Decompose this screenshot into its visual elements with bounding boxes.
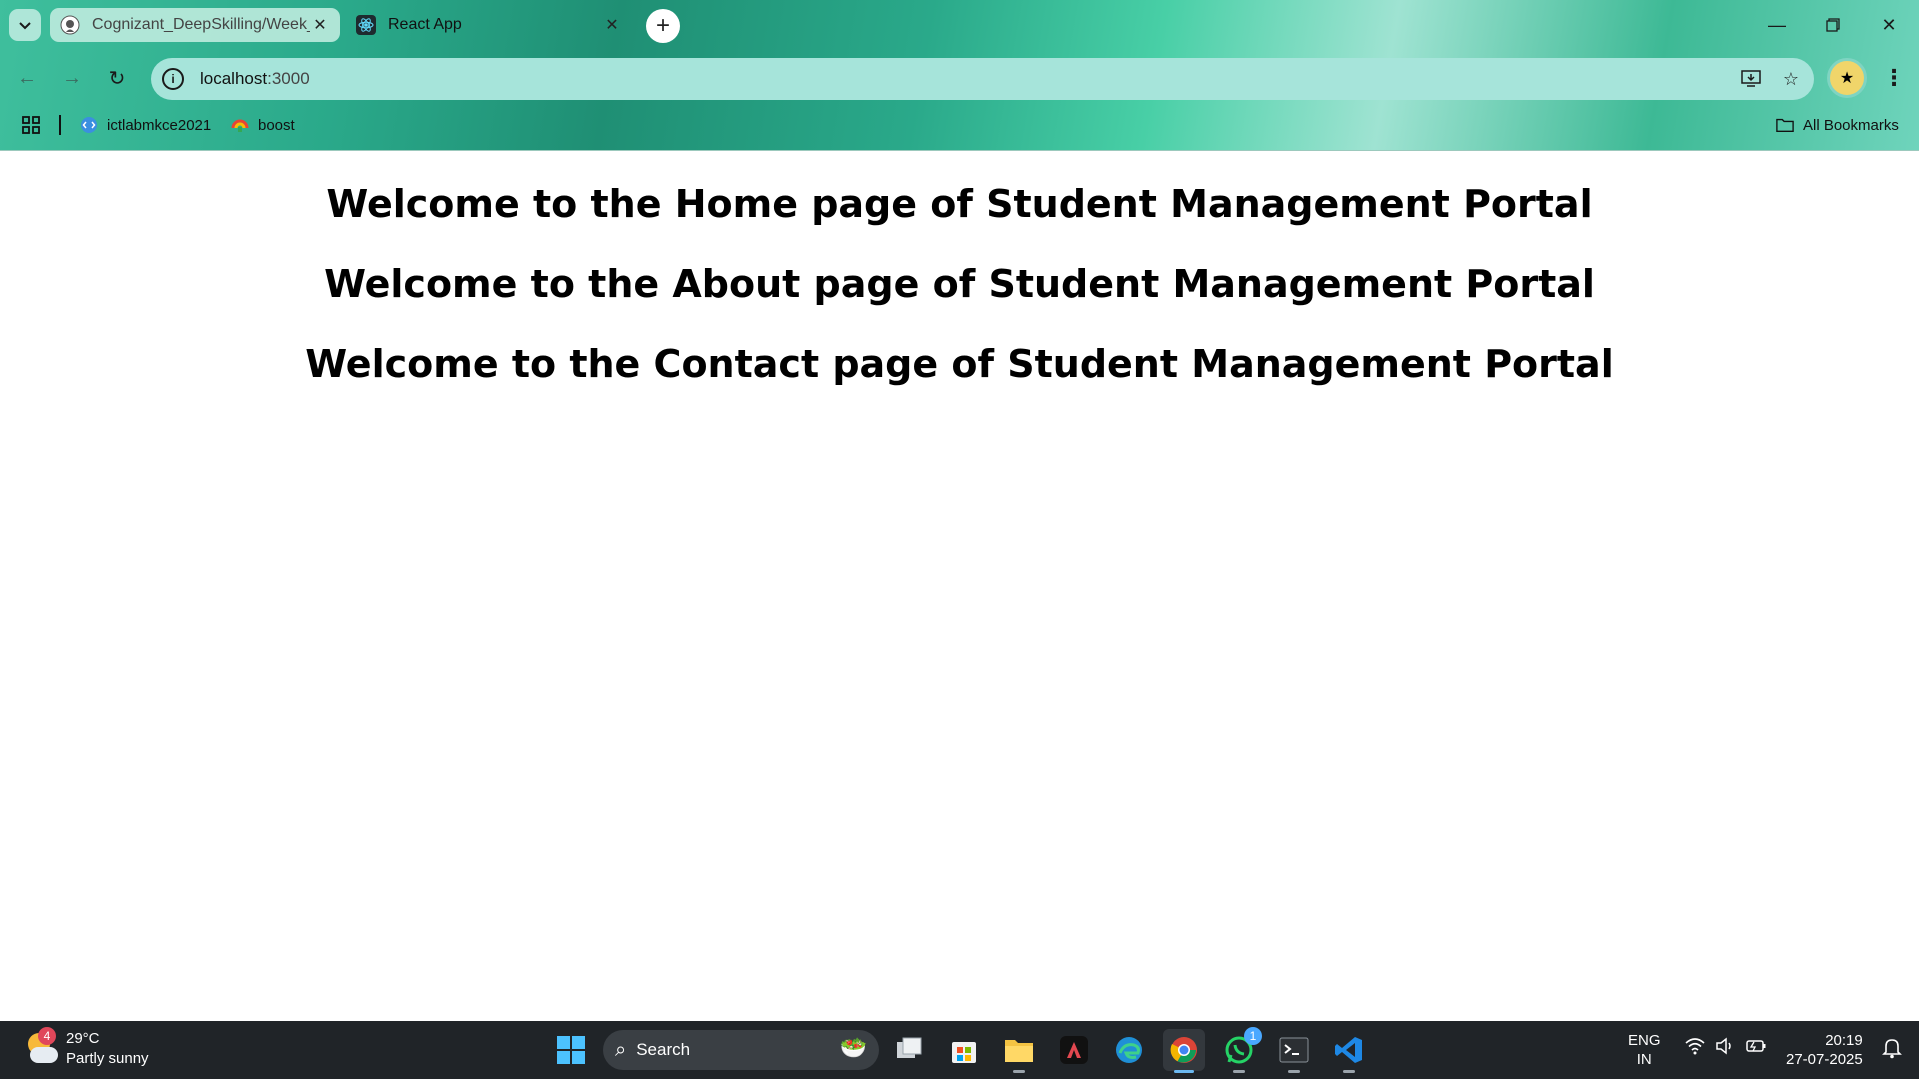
edge-icon xyxy=(1116,1037,1142,1063)
browser-chrome: Cognizant_DeepSkilling/Week_ ✕ React App… xyxy=(0,0,1919,151)
taskbar: 4 29°C Partly sunny ⌕ Search 🥗 1 ENG IN … xyxy=(0,1021,1919,1079)
url-port: :3000 xyxy=(267,69,310,88)
back-button[interactable]: ← xyxy=(9,60,45,96)
file-explorer-button[interactable] xyxy=(998,1029,1040,1073)
tab-github[interactable]: Cognizant_DeepSkilling/Week_ ✕ xyxy=(50,8,340,42)
folder-icon xyxy=(1005,1040,1033,1062)
terminal-button[interactable] xyxy=(1273,1029,1315,1073)
edge-button[interactable] xyxy=(1108,1029,1150,1071)
toolbar: ← → ↻ i localhost:3000 ☆ ★ ⋮ xyxy=(0,56,1919,100)
start-button[interactable] xyxy=(550,1029,592,1071)
arrow-right-icon: → xyxy=(62,66,82,89)
profile-avatar[interactable]: ★ xyxy=(1827,58,1867,98)
close-icon: ✕ xyxy=(1881,14,1897,35)
plus-icon: + xyxy=(655,12,670,39)
weather-condition: Partly sunny xyxy=(66,1050,149,1067)
chevron-down-icon xyxy=(19,22,31,30)
tab-search-button[interactable] xyxy=(9,9,41,41)
tab-title: Cognizant_DeepSkilling/Week_ xyxy=(92,16,310,33)
forward-button[interactable]: → xyxy=(54,60,90,96)
clock[interactable]: 20:19 27-07-2025 xyxy=(1786,1031,1863,1069)
code-icon xyxy=(80,116,98,134)
address-url[interactable]: localhost:3000 xyxy=(200,69,1734,89)
weather-widget[interactable]: 4 29°C Partly sunny xyxy=(24,1027,149,1069)
bookmark-boost[interactable]: boost xyxy=(231,111,295,139)
bookmark-star-icon[interactable]: ☆ xyxy=(1774,62,1808,96)
tab-strip: Cognizant_DeepSkilling/Week_ ✕ React App… xyxy=(0,0,1919,50)
apps-button[interactable] xyxy=(22,111,40,139)
reload-icon: ↻ xyxy=(108,67,126,90)
language-indicator[interactable]: ENG IN xyxy=(1628,1031,1661,1069)
folder-icon xyxy=(1776,116,1794,134)
volume-icon[interactable] xyxy=(1715,1037,1735,1059)
search-highlight-icon: 🥗 xyxy=(839,1035,867,1060)
minimize-icon: — xyxy=(1768,14,1786,35)
notification-button[interactable] xyxy=(1882,1037,1902,1064)
install-app-icon[interactable] xyxy=(1734,62,1768,96)
github-icon xyxy=(60,15,80,35)
screen: Cognizant_DeepSkilling/Week_ ✕ React App… xyxy=(0,0,1919,1079)
terminal-icon xyxy=(1279,1037,1309,1063)
menu-kebab-icon[interactable]: ⋮ xyxy=(1880,60,1908,96)
taskbar-search[interactable]: ⌕ Search 🥗 xyxy=(603,1030,879,1070)
bookmarks-separator xyxy=(59,115,61,135)
all-bookmarks-label: All Bookmarks xyxy=(1803,116,1899,134)
clock-date: 27-07-2025 xyxy=(1786,1051,1863,1068)
bookmark-label: boost xyxy=(258,116,295,134)
weather-icon: 4 xyxy=(24,1027,60,1067)
adobe-app-button[interactable] xyxy=(1053,1029,1095,1071)
chrome-icon xyxy=(1170,1037,1197,1063)
vscode-icon xyxy=(1335,1037,1362,1063)
restore-button[interactable] xyxy=(1805,0,1861,50)
microsoft-store-button[interactable] xyxy=(943,1029,985,1071)
minimize-button[interactable]: — xyxy=(1749,0,1805,50)
notification-bell-icon xyxy=(1882,1039,1902,1059)
vscode-button[interactable] xyxy=(1328,1029,1370,1073)
react-icon xyxy=(356,15,376,35)
close-icon[interactable]: ✕ xyxy=(310,15,330,35)
bookmark-ictlabmkce2021[interactable]: ictlabmkce2021 xyxy=(80,111,211,139)
weather-badge: 4 xyxy=(38,1027,56,1045)
about-heading: Welcome to the About page of Student Man… xyxy=(324,262,1595,306)
arrow-left-icon: ← xyxy=(17,66,37,89)
chrome-button[interactable] xyxy=(1163,1029,1205,1073)
task-view-icon xyxy=(897,1037,922,1058)
reload-button[interactable]: ↻ xyxy=(99,60,135,96)
boost-icon xyxy=(231,116,249,134)
new-tab-button[interactable]: + xyxy=(646,9,680,43)
language-line2: IN xyxy=(1636,1051,1652,1068)
language-line1: ENG xyxy=(1628,1032,1661,1049)
site-info-icon[interactable]: i xyxy=(162,68,184,90)
adobe-icon xyxy=(1060,1036,1088,1064)
avatar-icon: ★ xyxy=(1839,70,1855,87)
system-tray-icons[interactable] xyxy=(1685,1037,1767,1059)
weather-temp: 29°C xyxy=(66,1030,100,1047)
whatsapp-button[interactable]: 1 xyxy=(1218,1027,1262,1073)
store-icon xyxy=(952,1042,976,1063)
tab-title: React App xyxy=(388,16,462,33)
bookmark-label: ictlabmkce2021 xyxy=(107,116,212,134)
home-heading: Welcome to the Home page of Student Mana… xyxy=(326,182,1593,226)
wifi-icon[interactable] xyxy=(1685,1037,1705,1059)
search-icon: ⌕ xyxy=(615,1038,627,1061)
all-bookmarks-button[interactable]: All Bookmarks xyxy=(1776,111,1899,139)
search-label: Search xyxy=(636,1040,691,1059)
whatsapp-badge: 1 xyxy=(1244,1027,1262,1045)
windows-icon xyxy=(557,1036,585,1064)
apps-grid-icon xyxy=(22,116,40,134)
url-host: localhost xyxy=(200,69,268,88)
battery-icon[interactable] xyxy=(1745,1037,1767,1059)
address-bar[interactable]: i localhost:3000 ☆ xyxy=(151,58,1814,100)
clock-time: 20:19 xyxy=(1825,1032,1863,1049)
page-content: Welcome to the Home page of Student Mana… xyxy=(0,152,1919,1021)
task-view-button[interactable] xyxy=(888,1029,930,1071)
tab-react-app[interactable]: React App ✕ xyxy=(346,8,632,42)
close-window-button[interactable]: ✕ xyxy=(1861,0,1917,50)
close-icon[interactable]: ✕ xyxy=(602,15,622,35)
restore-icon xyxy=(1826,18,1840,32)
contact-heading: Welcome to the Contact page of Student M… xyxy=(305,342,1614,386)
bookmarks-bar: ictlabmkce2021 boost All Bookmarks xyxy=(0,109,1919,141)
